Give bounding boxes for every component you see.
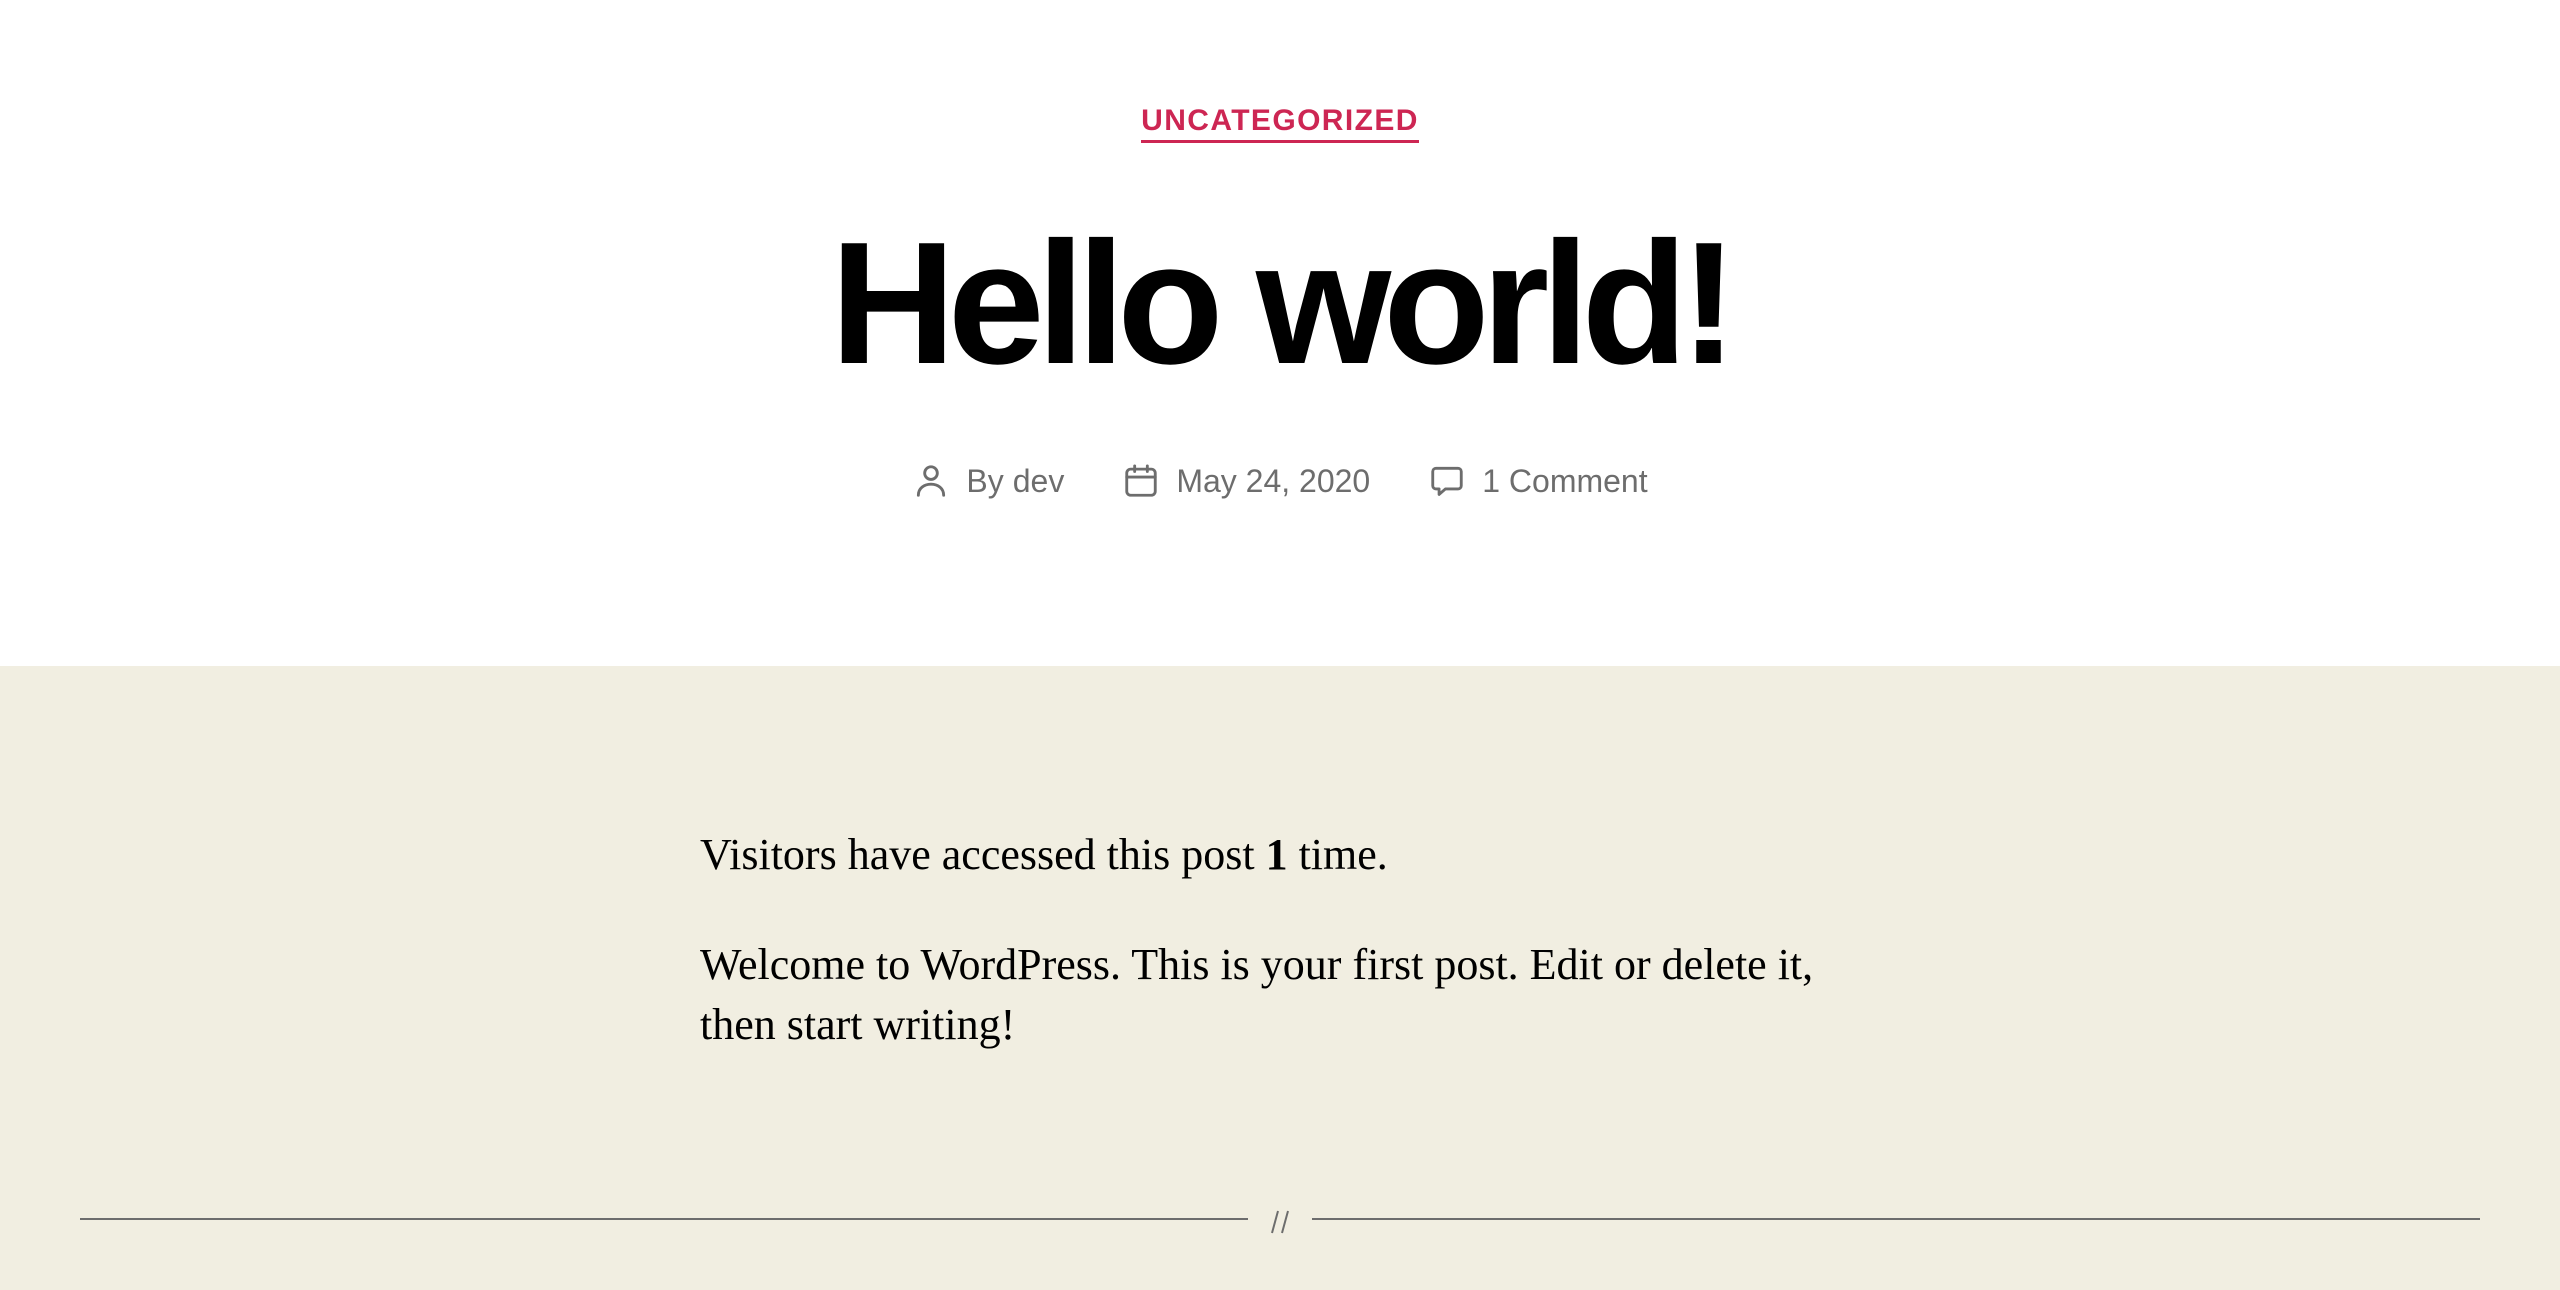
post-meta: By dev May 24, 2020 1 Comment: [0, 456, 2560, 506]
double-slash-separator-icon: [1271, 1210, 1289, 1234]
post-separator: [80, 1207, 2480, 1237]
author-link[interactable]: dev: [1013, 463, 1065, 500]
calendar-icon: [1125, 464, 1157, 497]
category-link[interactable]: UNCATEGORIZED: [1141, 104, 1419, 143]
post-body: Visitors have accessed this post 1 time.…: [0, 666, 2560, 1290]
post-title: Hello world!: [830, 205, 1738, 400]
date-link[interactable]: May 24, 2020: [1176, 463, 1370, 500]
separator-line-right: [1312, 1218, 2480, 1220]
category-link-container: UNCATEGORIZED: [0, 104, 2560, 143]
post-date[interactable]: May 24, 2020: [1122, 462, 1370, 500]
visitor-text-after: time.: [1298, 830, 1388, 879]
comments-link[interactable]: 1 Comment: [1482, 463, 1647, 500]
post-author[interactable]: By dev: [912, 462, 1064, 500]
entry-content: Visitors have accessed this post 1 time.…: [700, 825, 1860, 1105]
speech-bubble-icon: [1431, 466, 1463, 496]
page: UNCATEGORIZED Hello world! By dev May 24…: [0, 0, 2560, 1290]
welcome-paragraph: Welcome to WordPress. This is your first…: [700, 940, 1814, 1049]
post-comments[interactable]: 1 Comment: [1428, 462, 1648, 500]
visitor-text-before: Visitors have accessed this post: [700, 830, 1255, 879]
post-header: UNCATEGORIZED Hello world! By dev May 24…: [0, 0, 2560, 666]
author-prefix: By: [966, 462, 1004, 499]
visitor-count: 1: [1265, 830, 1288, 879]
user-icon: [917, 465, 946, 497]
separator-line-left: [80, 1218, 1248, 1220]
visitor-counter-paragraph: Visitors have accessed this post 1 time.: [700, 825, 1860, 885]
